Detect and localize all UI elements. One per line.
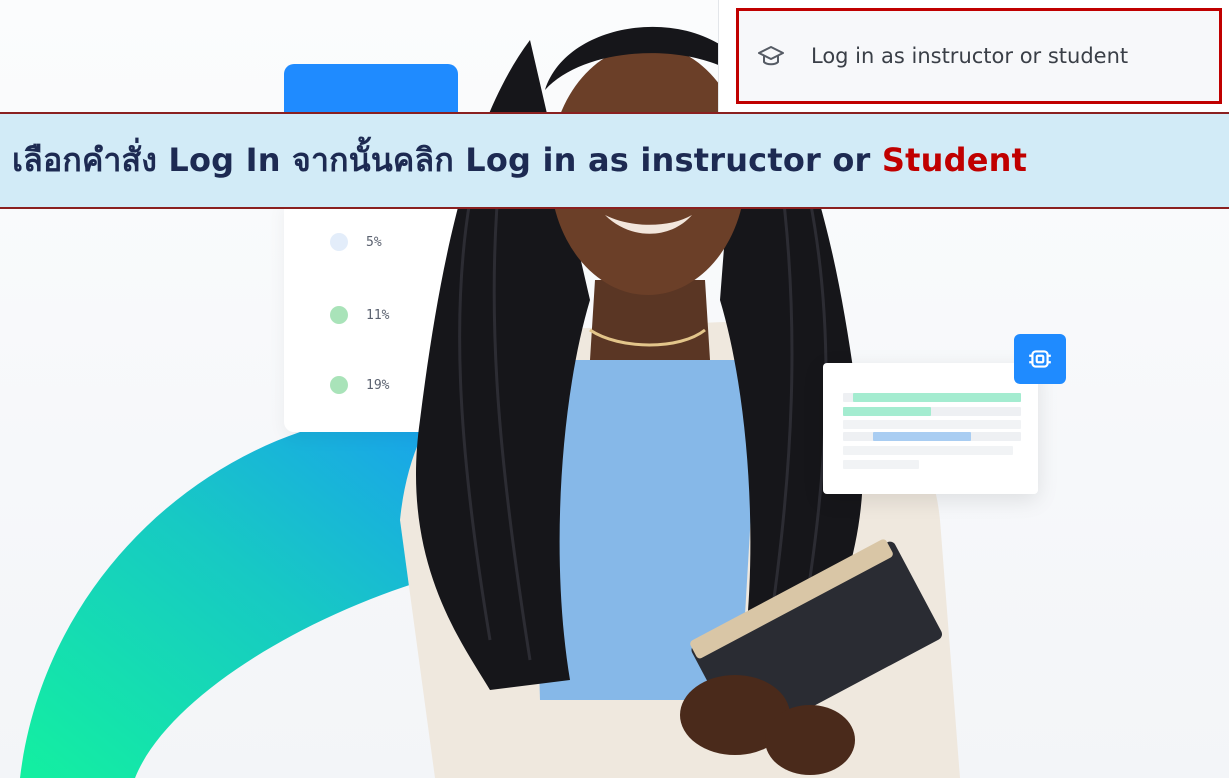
gantt-widget bbox=[823, 363, 1038, 494]
gantt-bar bbox=[873, 432, 971, 441]
instruction-accent: Student bbox=[881, 141, 1028, 179]
chip-button[interactable] bbox=[1014, 334, 1066, 384]
gantt-track bbox=[843, 446, 1013, 455]
gantt-track bbox=[843, 420, 1021, 429]
chip-icon bbox=[1029, 350, 1051, 368]
gantt-bar bbox=[843, 407, 931, 416]
gantt-track bbox=[843, 460, 919, 469]
hero-scene: 5% 11% 19% Log in as instructor or stude… bbox=[0, 0, 1229, 778]
login-instructor-student-item[interactable]: Log in as instructor or student bbox=[736, 8, 1222, 104]
instruction-main: เลือกคำสั่ง Log In จากนั้นคลิก Log in as… bbox=[12, 141, 882, 179]
instruction-banner: เลือกคำสั่ง Log In จากนั้นคลิก Log in as… bbox=[0, 112, 1229, 209]
gantt-bar bbox=[853, 393, 1021, 402]
instruction-text: เลือกคำสั่ง Log In จากนั้นคลิก Log in as… bbox=[12, 135, 1027, 186]
graduation-cap-icon bbox=[758, 46, 784, 66]
login-item-label: Log in as instructor or student bbox=[811, 44, 1129, 68]
